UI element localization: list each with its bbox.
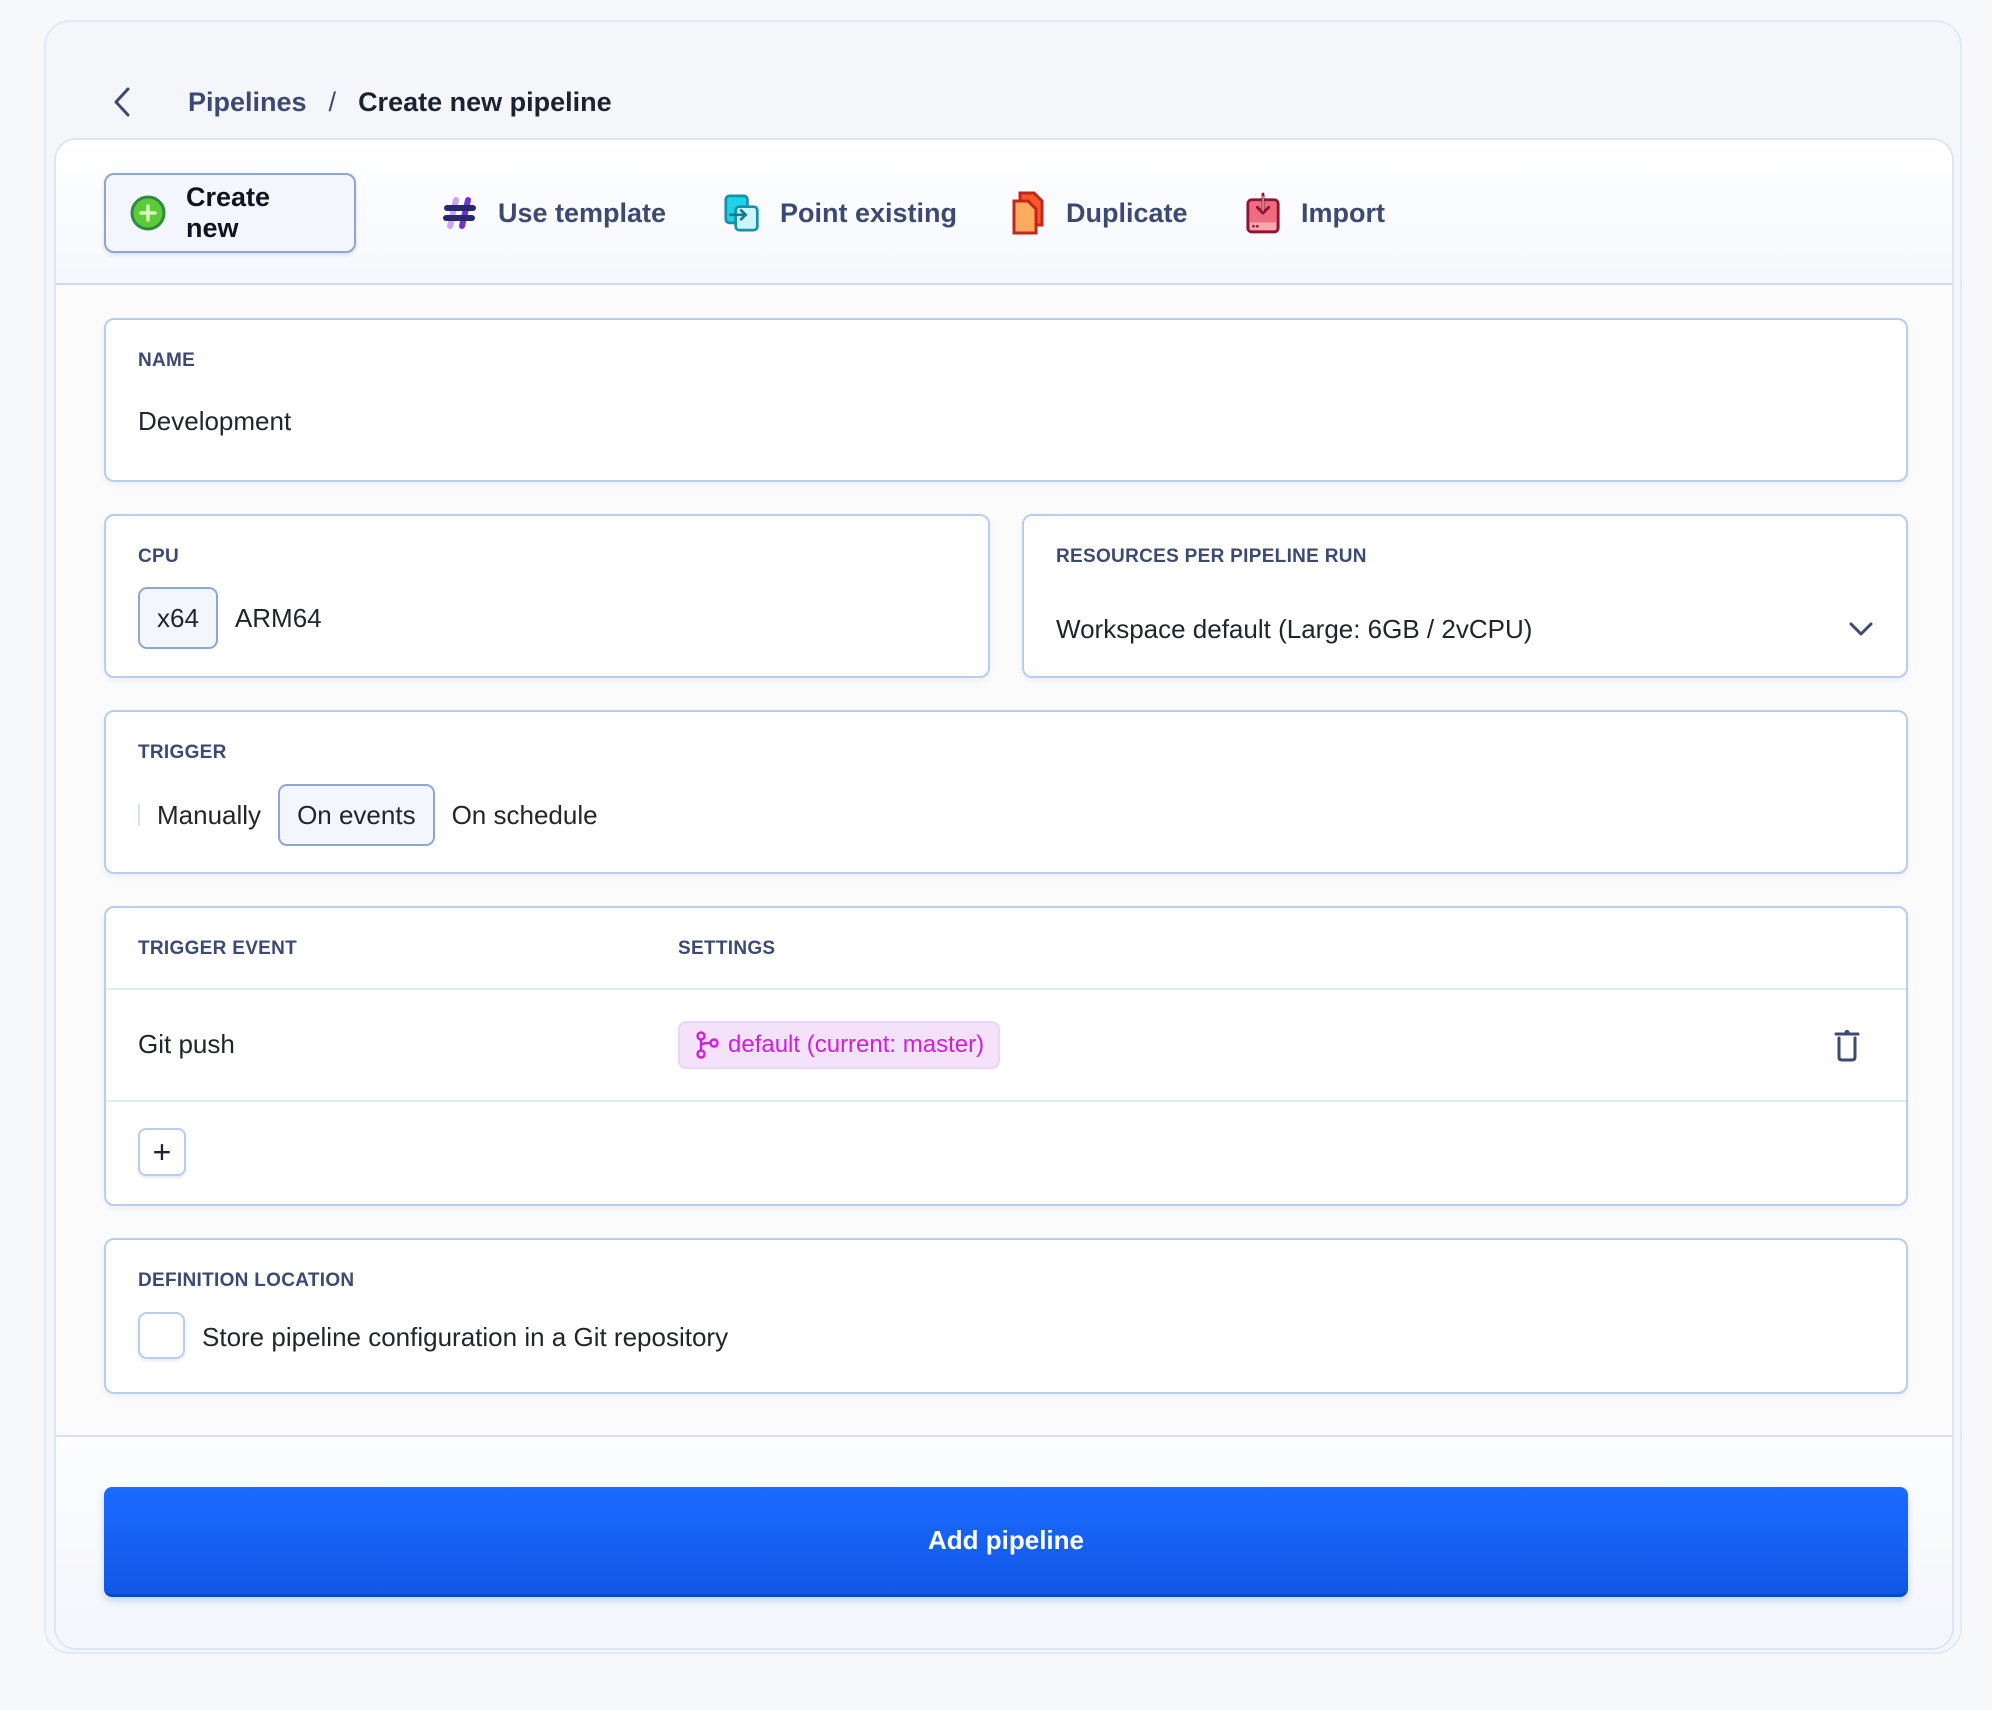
name-input[interactable]: Development [138, 406, 291, 437]
point-existing-icon [724, 193, 760, 233]
branch-badge-label: default (current: master) [728, 1031, 985, 1058]
tab-label: Create new [186, 182, 271, 243]
trigger-selector: Manually On events On schedule [138, 784, 615, 846]
trigger-option-on-events[interactable]: On events [278, 784, 435, 846]
add-pipeline-button[interactable]: Add pipeline [104, 1487, 1908, 1597]
delete-trigger-button[interactable] [1828, 1026, 1866, 1066]
tab-label: Use template [498, 197, 667, 228]
page-title: Create new pipeline [358, 86, 612, 117]
cpu-selector: x64 ARM64 [138, 587, 339, 649]
store-in-git-checkbox[interactable] [138, 1312, 185, 1359]
tab-import[interactable]: Import [1221, 173, 1409, 253]
cpu-option-arm64[interactable]: ARM64 [218, 587, 339, 649]
resources-field: RESOURCES PER PIPELINE RUN Workspace def… [1022, 514, 1908, 678]
tab-duplicate[interactable]: Duplicate [986, 173, 1212, 253]
column-header-settings: SETTINGS [678, 938, 776, 959]
resources-label: RESOURCES PER PIPELINE RUN [1056, 546, 1367, 567]
definition-location-label: DEFINITION LOCATION [138, 1270, 355, 1291]
plus-circle-icon [130, 193, 166, 233]
store-in-git-label[interactable]: Store pipeline configuration in a Git re… [202, 1322, 728, 1353]
tab-use-template[interactable]: Use template [418, 173, 690, 253]
breadcrumb: Pipelines / Create new pipeline [102, 62, 612, 142]
trigger-option-on-schedule[interactable]: On schedule [435, 784, 615, 846]
tab-label: Point existing [780, 197, 958, 228]
trash-icon [1834, 1029, 1860, 1062]
cpu-field: CPU x64 ARM64 [104, 514, 990, 678]
import-icon [1245, 192, 1281, 234]
trigger-label: TRIGGER [138, 742, 227, 763]
name-label: NAME [138, 350, 196, 371]
git-branch-icon [696, 1031, 719, 1059]
back-button[interactable] [102, 82, 142, 122]
branch-badge[interactable]: default (current: master) [678, 1021, 1001, 1069]
resources-selected-value: Workspace default (Large: 6GB / 2vCPU) [1056, 613, 1533, 644]
add-trigger-event-button[interactable]: + [138, 1128, 186, 1176]
trigger-events-table: TRIGGER EVENT SETTINGS Git push default … [104, 906, 1908, 1206]
chevron-down-icon [1849, 622, 1873, 636]
page-container: Pipelines / Create new pipeline Create n… [44, 20, 1962, 1654]
tab-label: Duplicate [1066, 197, 1188, 228]
breadcrumb-separator: / [328, 86, 337, 117]
duplicate-icon [1010, 191, 1046, 235]
resources-dropdown[interactable]: Workspace default (Large: 6GB / 2vCPU) [1056, 604, 1874, 654]
tab-label: Import [1301, 197, 1385, 228]
name-field[interactable]: NAME Development [104, 318, 1908, 482]
trigger-option-manually[interactable]: Manually [140, 784, 278, 846]
form-body: NAME Development CPU x64 ARM64 RESOURCES… [56, 285, 1952, 1648]
tab-point-existing[interactable]: Point existing [700, 173, 981, 253]
breadcrumb-pipelines-link[interactable]: Pipelines [188, 87, 307, 118]
tab-create-new[interactable]: Create new [104, 173, 356, 253]
creation-mode-tabs: Create new Use template Point existing D… [56, 140, 1952, 285]
chevron-left-icon [114, 87, 130, 117]
create-pipeline-panel: Create new Use template Point existing D… [54, 138, 1954, 1650]
trigger-field: TRIGGER Manually On events On schedule [104, 710, 1908, 874]
trigger-event-name: Git push [138, 1029, 235, 1059]
form-footer: Add pipeline [56, 1435, 1952, 1648]
table-row: Git push default (current: master) [106, 990, 1906, 1100]
row-divider [106, 1100, 1906, 1102]
definition-location-field: DEFINITION LOCATION Store pipeline confi… [104, 1238, 1908, 1394]
cpu-label: CPU [138, 546, 180, 567]
cpu-option-x64[interactable]: x64 [138, 587, 218, 649]
hashtag-icon [442, 193, 478, 233]
column-header-trigger-event: TRIGGER EVENT [138, 938, 298, 959]
